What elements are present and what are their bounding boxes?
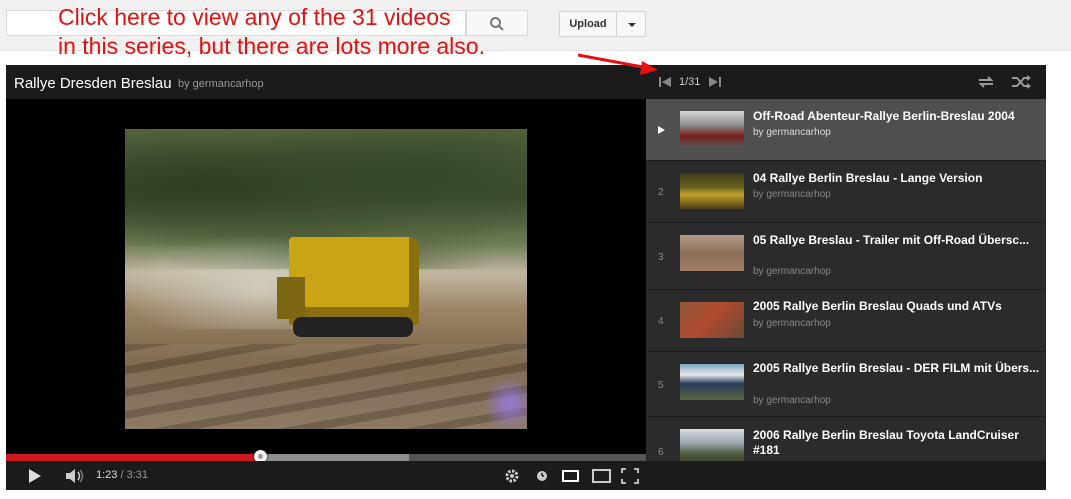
playlist-item-index: 4 (658, 316, 664, 327)
video-thumbnail[interactable] (680, 429, 744, 461)
loop-icon[interactable] (976, 74, 996, 90)
playlist-item-index: 5 (658, 380, 664, 391)
playlist-item-uploader: by germancarhop (753, 189, 831, 200)
playlist: Off-Road Abenteur-Rallye Berlin-Breslau … (646, 99, 1046, 461)
video-player[interactable]: Rallye Dresden Breslau by germancarhop 1… (6, 65, 646, 490)
playlist-item[interactable]: 6 2006 Rallye Berlin Breslau Toyota Land… (646, 417, 1046, 461)
upload-button[interactable]: Upload (559, 11, 617, 37)
skip-previous-icon[interactable] (658, 75, 672, 89)
playlist-item-title[interactable]: 2005 Rallye Berlin Breslau - DER FILM mi… (753, 361, 1045, 376)
video-frame[interactable] (125, 129, 527, 429)
video-thumbnail[interactable] (680, 235, 744, 271)
playlist-item-uploader: by germancarhop (753, 395, 831, 406)
playlist-item-title[interactable]: 04 Rallye Berlin Breslau - Lange Version (753, 171, 1045, 186)
playlist-position[interactable]: 1/31 (679, 76, 700, 88)
gear-icon[interactable] (501, 461, 523, 490)
clock-icon[interactable] (532, 461, 552, 490)
playlist-item-title[interactable]: 2005 Rallye Berlin Breslau Quads und ATV… (753, 299, 1045, 314)
progress-played (6, 454, 261, 461)
playlist-item-index: 6 (658, 447, 664, 458)
playlist-item[interactable]: 3 05 Rallye Breslau - Trailer mit Off-Ro… (646, 223, 1046, 290)
upload-menu-button[interactable] (616, 11, 646, 37)
playlist-item-title[interactable]: 05 Rallye Breslau - Trailer mit Off-Road… (753, 233, 1045, 248)
play-icon[interactable] (20, 461, 50, 490)
search-icon (490, 17, 504, 31)
truck-image (277, 237, 419, 337)
annotation-text: Click here to view any of the 31 videos … (58, 4, 485, 59)
playlist-item[interactable]: 2 04 Rallye Berlin Breslau - Lange Versi… (646, 161, 1046, 223)
time-separator: / (120, 469, 124, 481)
playlist-item-title[interactable]: Off-Road Abenteur-Rallye Berlin-Breslau … (753, 109, 1045, 124)
small-player-icon[interactable] (560, 461, 582, 490)
playlist-item[interactable]: 5 2005 Rallye Berlin Breslau - DER FILM … (646, 352, 1046, 417)
video-uploader[interactable]: by germancarhop (178, 78, 264, 90)
playlist-item-uploader: by germancarhop (753, 127, 831, 138)
now-playing-icon (658, 126, 665, 134)
playlist-item-uploader: by germancarhop (753, 318, 831, 329)
video-thumbnail[interactable] (680, 111, 744, 147)
current-time: 1:23 (96, 469, 118, 481)
playlist-item-index: 2 (658, 187, 664, 198)
video-thumbnail[interactable] (680, 364, 744, 400)
fullscreen-icon[interactable] (619, 461, 641, 490)
playlist-item[interactable]: 4 2005 Rallye Berlin Breslau Quads und A… (646, 290, 1046, 352)
time-display: 1:23 / 3:31 (96, 469, 148, 481)
progress-bar[interactable] (6, 450, 646, 463)
shuffle-icon[interactable] (1010, 74, 1032, 90)
video-thumbnail[interactable] (680, 173, 744, 209)
playlist-footer (646, 461, 1046, 490)
volume-icon[interactable] (62, 461, 88, 490)
playlist-item-uploader: by germancarhop (753, 266, 831, 277)
duration: 3:31 (126, 469, 149, 481)
playlist-item[interactable]: Off-Road Abenteur-Rallye Berlin-Breslau … (646, 99, 1046, 161)
large-player-icon[interactable] (590, 461, 614, 490)
player-controls: 1:23 / 3:31 (6, 461, 646, 490)
skip-next-icon[interactable] (708, 75, 722, 89)
player-header: Rallye Dresden Breslau by germancarhop (6, 65, 646, 99)
playlist-item-index: 3 (658, 252, 664, 263)
playlist-header: 1/31 (646, 65, 1046, 99)
video-thumbnail[interactable] (680, 302, 744, 338)
playlist-item-title[interactable]: 2006 Rallye Berlin Breslau Toyota LandCr… (753, 428, 1045, 458)
annotation-arrow (577, 53, 658, 75)
video-title[interactable]: Rallye Dresden Breslau (14, 75, 172, 92)
